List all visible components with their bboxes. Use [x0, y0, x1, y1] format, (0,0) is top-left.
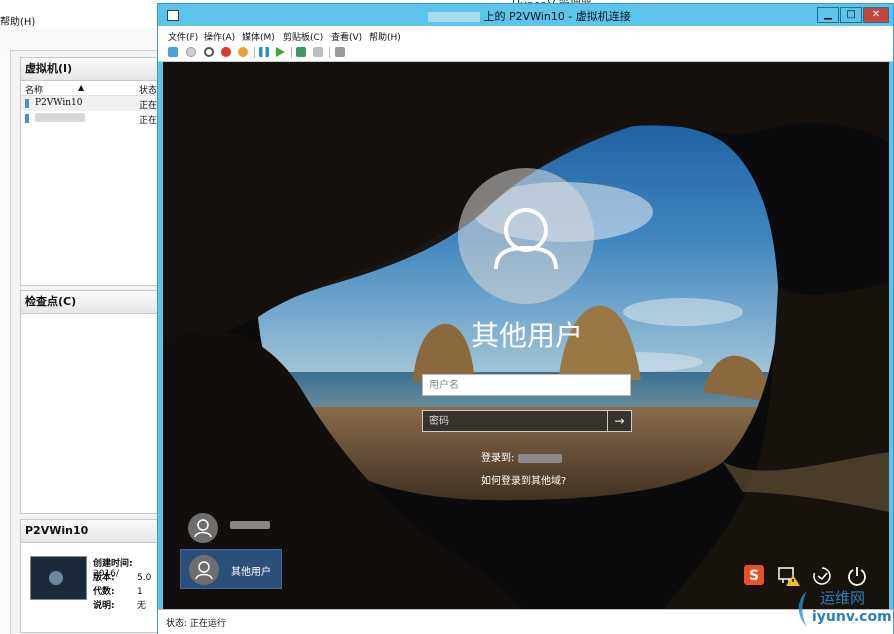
watermark-site: iyunv.com	[812, 609, 892, 625]
shut-down-icon[interactable]	[221, 47, 231, 57]
site-watermark: 运维网 iyunv.com	[792, 585, 892, 633]
revert-icon[interactable]	[313, 47, 323, 57]
username-input[interactable]: 用户名	[422, 374, 631, 396]
vm-list-header: 名称 ▲ 状态	[21, 81, 161, 96]
vm-row[interactable]: P2VWin10 正在	[21, 96, 161, 111]
start-icon[interactable]	[186, 47, 196, 57]
signin-to-line: 登录到:	[481, 449, 562, 464]
detail-row: 版本: 5.0	[93, 573, 152, 583]
detail-row: 说明: 无	[93, 601, 147, 611]
host-name-redacted	[428, 12, 480, 22]
minimize-button[interactable]: ▁	[817, 7, 839, 23]
vm-titlebar[interactable]: 上的 P2VWin10 - 虚拟机连接 ▁ □ ✕	[158, 4, 893, 26]
ease-of-access-icon[interactable]	[811, 565, 833, 587]
pause-icon[interactable]	[259, 47, 269, 57]
save-state-icon[interactable]	[238, 47, 248, 57]
col-name-header[interactable]: 名称	[25, 83, 43, 96]
vm-name: P2VWin10	[35, 98, 83, 108]
maximize-button[interactable]: □	[840, 7, 862, 23]
resume-icon[interactable]	[276, 47, 285, 57]
vm-display[interactable]: 其他用户 用户名 密码 → 登录到: 如何登录到其他域? 其他用户 S	[163, 62, 889, 609]
signin-to-label: 登录到:	[481, 453, 515, 464]
other-user-label: 其他用户	[231, 567, 271, 578]
ctrl-alt-del-icon[interactable]	[168, 47, 178, 57]
menu-help[interactable]: 帮助(H)	[369, 30, 401, 43]
other-user-avatar-icon	[189, 555, 219, 585]
menu-action[interactable]: 操作(A)	[204, 30, 235, 43]
close-button[interactable]: ✕	[863, 7, 889, 23]
watermark-name: 运维网	[820, 589, 866, 607]
vm-state: 正在	[139, 116, 158, 126]
vm-name-redacted	[35, 113, 85, 125]
manager-toolbar	[0, 28, 160, 51]
checkpoints-title: 检查点(C)	[21, 291, 161, 314]
user-tile-selected[interactable]: 其他用户	[180, 549, 282, 589]
detail-row: 代数: 1	[93, 587, 143, 597]
how-to-signin-link[interactable]: 如何登录到其他域?	[481, 472, 566, 487]
col-state-header[interactable]: 状态	[139, 83, 157, 96]
user-heading: 其他用户	[470, 319, 583, 352]
menu-file[interactable]: 文件(F)	[168, 30, 198, 43]
vm-thumbnail	[30, 556, 87, 600]
vm-statusbar: 状态: 正在运行	[158, 609, 893, 634]
vm-list-title: 虚拟机(I)	[21, 58, 161, 81]
menu-clipboard[interactable]: 剪贴板(C)	[283, 30, 323, 43]
vm-row[interactable]: 正在	[21, 111, 161, 126]
vm-details-title: P2VWin10	[21, 520, 161, 543]
user-tile-label	[230, 521, 270, 532]
ime-sogou-icon[interactable]: S	[744, 565, 764, 585]
checkpoint-icon[interactable]	[296, 47, 306, 57]
turn-off-icon[interactable]	[204, 47, 214, 57]
vmconnect-app-icon	[167, 10, 179, 21]
checkpoints-panel: 检查点(C)	[20, 290, 162, 514]
menu-media[interactable]: 媒体(M)	[242, 30, 275, 43]
vm-details-panel: P2VWin10 创建时间:2016/ 版本: 5.0 代数: 1 说明: 无	[20, 519, 162, 633]
vm-toolbar	[158, 44, 893, 62]
sort-arrow-icon: ▲	[78, 83, 85, 92]
user-avatar-circle	[458, 168, 594, 304]
domain-redacted	[517, 453, 562, 463]
manager-nav-pane	[0, 50, 11, 634]
manager-menu-help[interactable]: 帮助(H)	[0, 13, 35, 28]
vm-menubar: 文件(F) 操作(A) 媒体(M) 剪贴板(C) 查看(V) 帮助(H)	[158, 26, 893, 44]
enhanced-session-icon[interactable]	[335, 47, 345, 57]
vm-icon	[25, 99, 29, 108]
vm-window-title: 上的 P2VWin10 - 虚拟机连接	[428, 8, 631, 24]
menu-view[interactable]: 查看(V)	[331, 30, 362, 43]
network-warning-icon[interactable]	[777, 565, 800, 587]
submit-arrow-button[interactable]: →	[608, 410, 632, 432]
manager-menubar: 帮助(H)	[0, 10, 160, 29]
password-input[interactable]: 密码	[422, 410, 608, 432]
user-tile-avatar-icon	[188, 513, 218, 543]
vm-icon	[25, 114, 29, 123]
vm-state: 正在	[139, 101, 158, 111]
user-tile[interactable]	[180, 508, 282, 548]
vm-connection-window: 上的 P2VWin10 - 虚拟机连接 ▁ □ ✕ 文件(F) 操作(A) 媒体…	[157, 3, 894, 634]
vm-list-panel: 虚拟机(I) 名称 ▲ 状态 P2VWin10 正在 正在	[20, 57, 162, 286]
power-icon[interactable]	[846, 565, 868, 587]
vm-status-text: 状态: 正在运行	[166, 619, 226, 629]
